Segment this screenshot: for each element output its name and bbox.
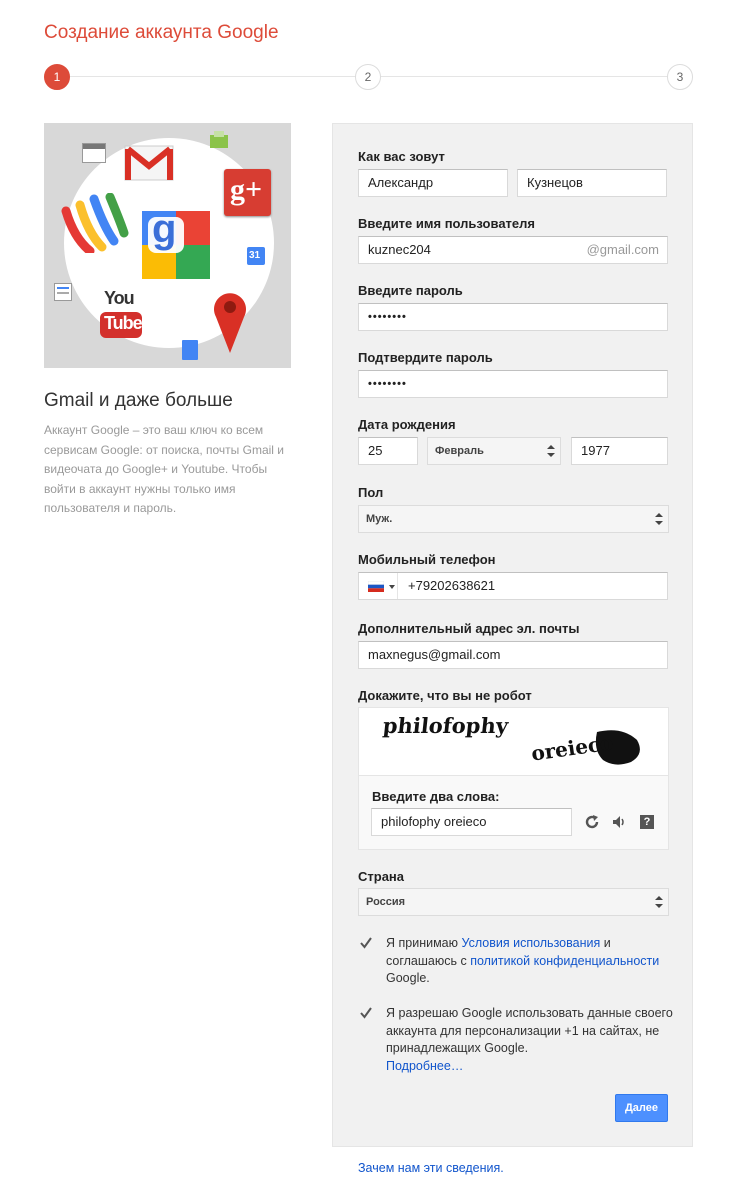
page-title: Создание аккаунта Google [44,22,279,43]
username-field[interactable]: kuznec204 @gmail.com [358,236,668,264]
username-value: kuznec204 [368,242,431,257]
personalization-checkbox[interactable] [360,1007,372,1019]
recovery-email-label: Дополнительный адрес эл. почты [358,621,580,636]
drive-icon [209,131,229,154]
russia-flag-icon [368,581,384,592]
youtube-top-label: You [104,288,135,308]
select-arrows-icon [655,513,663,525]
google-services-illustration: g+ g 31 You Tube [44,123,291,368]
step-1: 1 [44,64,70,90]
birth-month-select[interactable]: Февраль [427,437,561,465]
password-label: Введите пароль [358,283,463,298]
username-label: Введите имя пользователя [358,216,535,231]
audio-icon[interactable] [611,814,627,830]
select-arrows-icon [547,445,555,457]
country-select[interactable]: Россия [358,888,669,916]
google-plus-icon: g+ [224,169,271,216]
youtube-icon: You Tube [100,288,143,338]
maps-pin-icon [212,289,248,360]
phone-value: +79202638621 [408,578,496,593]
country-label: Страна [358,869,405,884]
gender-select[interactable]: Муж. [358,505,669,533]
progress-steps: 1 2 3 [44,64,694,90]
learn-more-link[interactable]: Подробнее… [386,1059,463,1073]
terms-text-part-1: Я принимаю [386,936,462,950]
gmail-suffix: @gmail.com [586,242,659,257]
personalization-text: Я разрешаю Google использовать данные св… [386,1005,676,1075]
captcha-prompt: Введите два слова: [372,789,500,804]
next-button[interactable]: Далее [615,1094,668,1122]
birth-month-value: Февраль [435,445,484,457]
docs-icon [54,283,72,301]
recovery-email-field[interactable]: maxnegus@gmail.com [358,641,668,669]
captcha-image: philofophy oreieco [359,708,668,776]
captcha-box: philofophy oreieco Введите два слова: ph… [358,707,669,850]
confirm-password-label: Подтвердите пароль [358,350,493,365]
terms-text-part-3: Google. [386,971,430,985]
captcha-input[interactable]: philofophy oreieco [371,808,572,836]
side-description: Аккаунт Google – это ваш ключ ко всем се… [44,423,285,515]
youtube-bottom-label: Tube [104,313,143,333]
last-name-field[interactable]: Кузнецов [517,169,667,197]
country-flag-dropdown[interactable] [359,573,398,599]
help-icon[interactable]: ? [640,815,654,829]
gmail-icon [124,145,174,186]
phone-label: Мобильный телефон [358,552,496,567]
step-2: 2 [355,64,381,90]
first-name-field[interactable]: Александр [358,169,508,197]
captcha-label: Докажите, что вы не робот [358,688,532,703]
privacy-policy-link[interactable]: политикой конфиденциальности [470,954,659,968]
birth-day-field[interactable]: 25 [358,437,418,465]
document-icon [182,340,198,360]
refresh-icon[interactable] [584,814,600,830]
birth-year-field[interactable]: 1977 [571,437,668,465]
captcha-word-1: philofophy [381,713,510,738]
password-field[interactable]: •••••••• [358,303,668,331]
gender-value: Муж. [366,513,393,525]
gender-label: Пол [358,485,384,500]
wallet-icon [60,192,130,258]
terms-text: Я принимаю Условия использования и согла… [386,935,676,988]
personalization-text-body: Я разрешаю Google использовать данные св… [386,1006,673,1055]
birthdate-label: Дата рождения [358,417,456,432]
calendar-31-icon: 31 [247,247,265,265]
calendar-31-label: 31 [249,250,261,261]
google-g-label: g [152,207,177,251]
country-value: Россия [366,896,406,908]
confirm-password-field[interactable]: •••••••• [358,370,668,398]
terms-checkbox[interactable] [360,937,372,949]
phone-field[interactable]: +79202638621 [358,572,668,600]
google-plus-label: g+ [230,173,263,206]
terms-of-service-link[interactable]: Условия использования [461,936,600,950]
step-3: 3 [667,64,693,90]
calendar-icon [82,143,106,163]
name-label: Как вас зовут [358,149,445,164]
chevron-down-icon [389,585,395,589]
why-info-link[interactable]: Зачем нам эти сведения. [358,1161,504,1175]
side-heading: Gmail и даже больше [44,390,233,411]
google-g-icon: g [142,207,210,284]
select-arrows-icon [655,896,663,908]
